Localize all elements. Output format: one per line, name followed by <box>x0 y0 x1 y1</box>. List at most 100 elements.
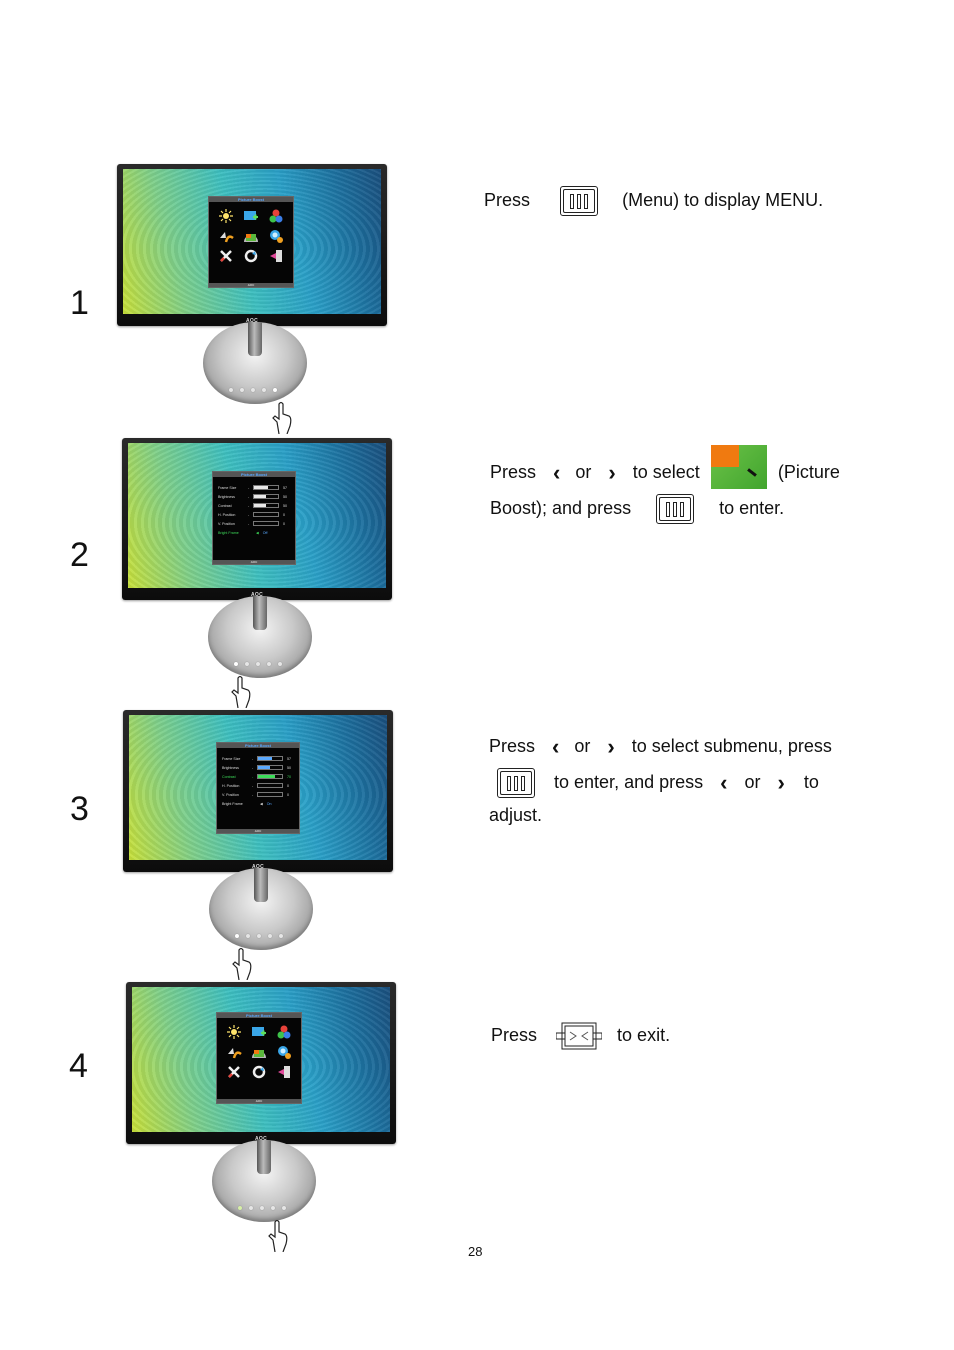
osd-setting-value: 50 <box>283 503 287 508</box>
step-number-3: 3 <box>70 790 89 828</box>
osd-setting-row: H. Position -0 <box>218 510 290 519</box>
osd-setting-value: 0 <box>287 783 289 788</box>
front-buttons <box>229 388 277 392</box>
instruction-text: adjust. <box>489 805 543 825</box>
osd-icon-grid <box>217 1018 301 1086</box>
monitor-stand <box>209 868 313 950</box>
osd-setting-slider <box>253 512 279 517</box>
osd-main-menu: Picture Boost AOC <box>208 196 294 288</box>
color-setup-icon <box>268 208 284 224</box>
stand-neck <box>248 322 262 356</box>
osd-icon-grid <box>209 202 293 270</box>
exit-key-icon <box>556 1022 603 1050</box>
osd-left-arrow-icon: ◀ <box>256 530 259 535</box>
instruction-text: Press <box>491 1025 538 1045</box>
monitor-illustration-1: Picture Boost AOC AOC <box>117 164 389 444</box>
osd-setting-row: Bright Frame ◀ Off <box>218 528 290 537</box>
menu-key-icon <box>656 494 695 525</box>
menu-key-icon <box>560 186 599 217</box>
instruction-text: or <box>575 462 592 482</box>
instruction-text: to enter, and press <box>554 772 704 792</box>
osd-setting-value: 0 <box>283 521 285 526</box>
osd-setting-value: 57 <box>283 485 287 490</box>
osd-setting-value: 57 <box>287 756 291 761</box>
instruction-step-2: Press ‹ or › to select (Picture Boost); … <box>490 445 870 526</box>
left-arrow-key-icon: ‹ <box>552 734 560 760</box>
osd-setup-icon <box>268 228 284 244</box>
pointing-hand-icon <box>231 675 251 708</box>
osd-setting-slider <box>257 774 283 779</box>
instruction-text: to <box>803 772 819 792</box>
reset-icon <box>243 248 259 264</box>
osd-setting-value: Off <box>262 530 268 535</box>
osd-setting-row: Bright Frame ◀ On <box>222 799 294 808</box>
monitor-stand <box>212 1140 316 1222</box>
image-setup-icon <box>243 208 259 224</box>
step-number-4: 4 <box>69 1047 88 1085</box>
osd-setting-label: Brightness <box>218 494 235 499</box>
osd-setting-label: Frame Size <box>222 756 241 761</box>
osd-setting-row: V. Position -0 <box>218 519 290 528</box>
instruction-text: to enter. <box>719 498 785 518</box>
osd-footer-logo: AOC <box>213 560 295 564</box>
brightness-icon <box>218 208 234 224</box>
osd-setting-label: V. Position <box>218 521 235 526</box>
osd-setting-row: Frame Size -57 <box>222 754 294 763</box>
osd-setting-slider <box>253 503 279 508</box>
osd-footer-logo: AOC <box>209 283 293 287</box>
monitor-bezel: Picture Boost AOC AOC <box>126 982 396 1144</box>
stand-neck <box>254 868 268 902</box>
left-arrow-key-icon: ‹ <box>553 460 561 486</box>
osd-setting-row: Contrast -50 <box>218 501 290 510</box>
osd-setting-label: Bright Frame <box>218 530 239 535</box>
osd-setting-label: Contrast <box>218 503 232 508</box>
pointing-hand-icon <box>268 1219 288 1252</box>
osd-setting-row: Frame Size -57 <box>218 483 290 492</box>
osd-setting-label: Frame Size <box>218 485 237 490</box>
picture-boost-return-icon <box>226 1044 242 1060</box>
picture-boost-return-icon <box>218 228 234 244</box>
instruction-step-1: Press (Menu) to display MENU. <box>484 182 823 218</box>
osd-footer-logo: AOC <box>217 1099 301 1103</box>
monitor-illustration-2: Picture Boost Frame Size -57 Brightness -50… <box>122 438 394 718</box>
right-arrow-key-icon: › <box>608 460 616 486</box>
instruction-text: (Menu) to display MENU. <box>622 190 824 210</box>
monitor-bezel: Picture Boost Frame Size -57 Brightness -50… <box>123 710 393 872</box>
osd-setting-value: 50 <box>287 765 291 770</box>
exit-icon <box>268 248 284 264</box>
osd-setting-slider <box>257 783 283 788</box>
osd-settings-list: Frame Size -57 Brightness -50 Contrast -70 H. … <box>217 748 299 808</box>
monitor-illustration-4: Picture Boost AOC AOC <box>126 982 398 1262</box>
osd-setting-slider <box>253 521 279 526</box>
stand-neck <box>253 596 267 630</box>
osd-picture-boost-menu: Picture Boost Frame Size -57 Brightness -50… <box>212 471 296 565</box>
extra-icon <box>226 1064 242 1080</box>
step-number-1: 1 <box>70 284 89 322</box>
picture-boost-icon <box>243 228 259 244</box>
osd-setting-row: Contrast -70 <box>222 772 294 781</box>
monitor-stand <box>203 322 307 404</box>
image-setup-icon <box>251 1024 267 1040</box>
osd-setting-label: H. Position <box>218 512 236 517</box>
osd-setting-label: H. Position <box>222 783 240 788</box>
instruction-text: to select submenu, press <box>631 736 832 756</box>
osd-setting-row: V. Position -0 <box>222 790 294 799</box>
instruction-step-3: Press ‹ or › to select submenu, press to… <box>489 728 869 830</box>
osd-setting-slider <box>257 756 283 761</box>
monitor-screen: Picture Boost Frame Size -57 Brightness -50… <box>128 443 386 588</box>
instruction-text: Press <box>484 190 531 210</box>
osd-setting-row: Brightness -50 <box>222 763 294 772</box>
pointing-hand-icon <box>232 947 252 980</box>
reset-icon <box>251 1064 267 1080</box>
osd-setting-slider <box>257 765 283 770</box>
brightness-icon <box>226 1024 242 1040</box>
instruction-text: to exit. <box>617 1025 671 1045</box>
menu-key-icon <box>497 768 535 799</box>
exit-icon <box>276 1064 292 1080</box>
osd-setting-value: 0 <box>287 792 289 797</box>
left-arrow-key-icon: ‹ <box>720 770 728 796</box>
osd-setting-label: Bright Frame <box>222 801 243 806</box>
monitor-screen: Picture Boost Frame Size -57 Brightness -50… <box>129 715 387 860</box>
osd-setting-slider <box>253 485 279 490</box>
osd-setup-icon <box>276 1044 292 1060</box>
